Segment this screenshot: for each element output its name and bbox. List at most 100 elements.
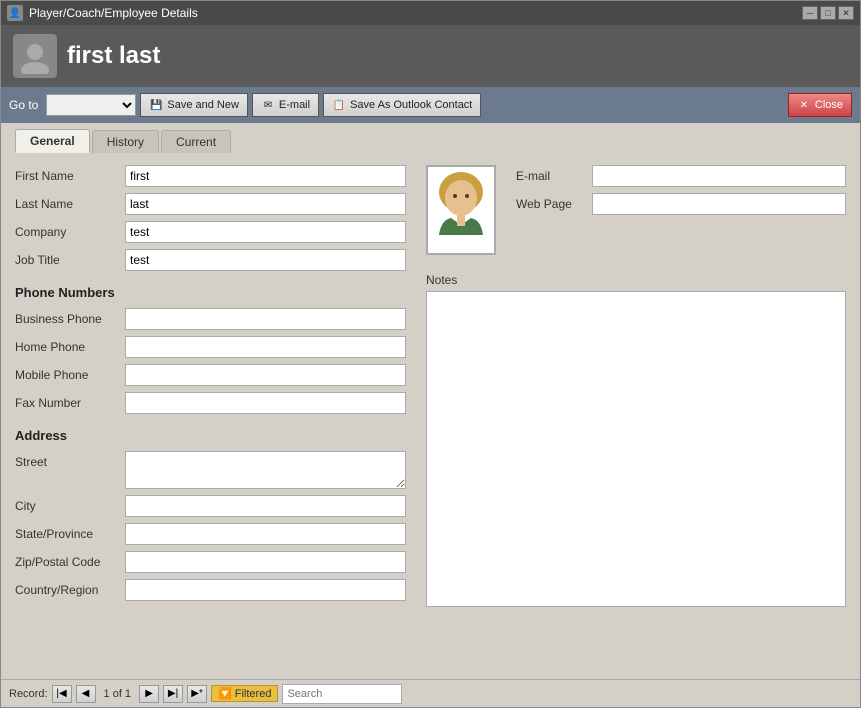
last-record-button[interactable]: ▶|: [163, 685, 183, 703]
filter-icon: 🔽: [218, 687, 232, 700]
zip-input[interactable]: [125, 551, 406, 573]
notes-textarea[interactable]: [426, 291, 846, 607]
tab-bar: General History Current: [1, 123, 860, 153]
street-row: Street: [15, 451, 406, 489]
email-button[interactable]: ✉ E-mail: [252, 93, 319, 117]
webpage-label: Web Page: [516, 197, 586, 211]
job-title-label: Job Title: [15, 253, 125, 267]
first-record-button[interactable]: |◀: [52, 685, 72, 703]
toolbar: Go to General History Current 💾 Save and…: [1, 87, 860, 123]
title-bar: 👤 Player/Coach/Employee Details ─ □ ✕: [1, 1, 860, 25]
window-title: Player/Coach/Employee Details: [29, 6, 198, 20]
home-phone-input[interactable]: [125, 336, 406, 358]
status-bar: Record: |◀ ◀ 1 of 1 ▶ ▶| ▶* 🔽 Filtered: [1, 679, 860, 707]
webpage-input[interactable]: [592, 193, 846, 215]
zip-label: Zip/Postal Code: [15, 555, 125, 569]
last-name-row: Last Name: [15, 193, 406, 215]
last-name-label: Last Name: [15, 197, 125, 211]
outlook-button[interactable]: 📋 Save As Outlook Contact: [323, 93, 481, 117]
next-record-button[interactable]: ▶: [139, 685, 159, 703]
tab-general[interactable]: General: [15, 129, 90, 153]
notes-label: Notes: [426, 273, 846, 287]
header-avatar: [13, 34, 57, 78]
header-bar: first last: [1, 25, 860, 87]
close-window-button[interactable]: ✕: [838, 6, 854, 20]
first-name-label: First Name: [15, 169, 125, 183]
first-name-row: First Name: [15, 165, 406, 187]
filtered-badge: 🔽 Filtered: [211, 685, 278, 702]
search-input[interactable]: [282, 684, 402, 704]
title-bar-left: 👤 Player/Coach/Employee Details: [7, 5, 198, 21]
app-icon: 👤: [7, 5, 23, 21]
street-input[interactable]: [125, 451, 406, 489]
mobile-phone-label: Mobile Phone: [15, 368, 125, 382]
zip-row: Zip/Postal Code: [15, 551, 406, 573]
contact-full-name: first last: [67, 42, 160, 70]
state-label: State/Province: [15, 527, 125, 541]
tab-history[interactable]: History: [92, 130, 159, 153]
first-name-input[interactable]: [125, 165, 406, 187]
outlook-icon: 📋: [332, 99, 346, 111]
fax-input[interactable]: [125, 392, 406, 414]
webpage-field-row: Web Page: [516, 193, 846, 215]
country-label: Country/Region: [15, 583, 125, 597]
form-panel: First Name Last Name Company Job Title P…: [15, 165, 846, 607]
photo-section: [426, 165, 496, 255]
home-phone-row: Home Phone: [15, 336, 406, 358]
business-phone-input[interactable]: [125, 308, 406, 330]
save-new-icon: 💾: [149, 99, 163, 111]
city-label: City: [15, 499, 125, 513]
close-icon: ✕: [797, 99, 811, 111]
filtered-label: Filtered: [235, 688, 272, 700]
fax-row: Fax Number: [15, 392, 406, 414]
right-fields: E-mail Web Page: [516, 165, 846, 255]
close-button[interactable]: ✕ Close: [788, 93, 852, 117]
state-input[interactable]: [125, 523, 406, 545]
job-title-row: Job Title: [15, 249, 406, 271]
main-window: 👤 Player/Coach/Employee Details ─ □ ✕ fi…: [0, 0, 861, 708]
prev-record-button[interactable]: ◀: [76, 685, 96, 703]
phone-section-title: Phone Numbers: [15, 285, 406, 300]
business-phone-label: Business Phone: [15, 312, 125, 326]
title-bar-controls: ─ □ ✕: [802, 6, 854, 20]
mobile-phone-row: Mobile Phone: [15, 364, 406, 386]
last-name-input[interactable]: [125, 193, 406, 215]
form-right: E-mail Web Page Notes: [426, 165, 846, 607]
business-phone-row: Business Phone: [15, 308, 406, 330]
goto-label: Go to: [9, 98, 38, 112]
country-row: Country/Region: [15, 579, 406, 601]
email-label: E-mail: [279, 99, 310, 111]
mobile-phone-input[interactable]: [125, 364, 406, 386]
record-label: Record:: [9, 688, 48, 700]
minimize-button[interactable]: ─: [802, 6, 818, 20]
notes-section: Notes: [426, 273, 846, 607]
email-field-row: E-mail: [516, 165, 846, 187]
address-section-title: Address: [15, 428, 406, 443]
save-new-button[interactable]: 💾 Save and New: [140, 93, 248, 117]
email-icon: ✉: [261, 99, 275, 111]
job-title-input[interactable]: [125, 249, 406, 271]
contact-photo: [431, 170, 491, 250]
state-row: State/Province: [15, 523, 406, 545]
company-input[interactable]: [125, 221, 406, 243]
top-right-area: E-mail Web Page: [426, 165, 846, 255]
email-field-label: E-mail: [516, 169, 586, 183]
fax-label: Fax Number: [15, 396, 125, 410]
email-input[interactable]: [592, 165, 846, 187]
city-input[interactable]: [125, 495, 406, 517]
form-left: First Name Last Name Company Job Title P…: [15, 165, 406, 607]
home-phone-label: Home Phone: [15, 340, 125, 354]
save-new-label: Save and New: [167, 99, 239, 111]
maximize-button[interactable]: □: [820, 6, 836, 20]
content-area: First Name Last Name Company Job Title P…: [1, 153, 860, 679]
city-row: City: [15, 495, 406, 517]
new-record-button[interactable]: ▶*: [187, 685, 207, 703]
goto-select[interactable]: General History Current: [46, 94, 136, 116]
street-label: Street: [15, 451, 125, 469]
company-row: Company: [15, 221, 406, 243]
photo-box[interactable]: [426, 165, 496, 255]
country-input[interactable]: [125, 579, 406, 601]
tab-current[interactable]: Current: [161, 130, 231, 153]
record-count: 1 of 1: [100, 688, 136, 700]
outlook-label: Save As Outlook Contact: [350, 99, 472, 111]
